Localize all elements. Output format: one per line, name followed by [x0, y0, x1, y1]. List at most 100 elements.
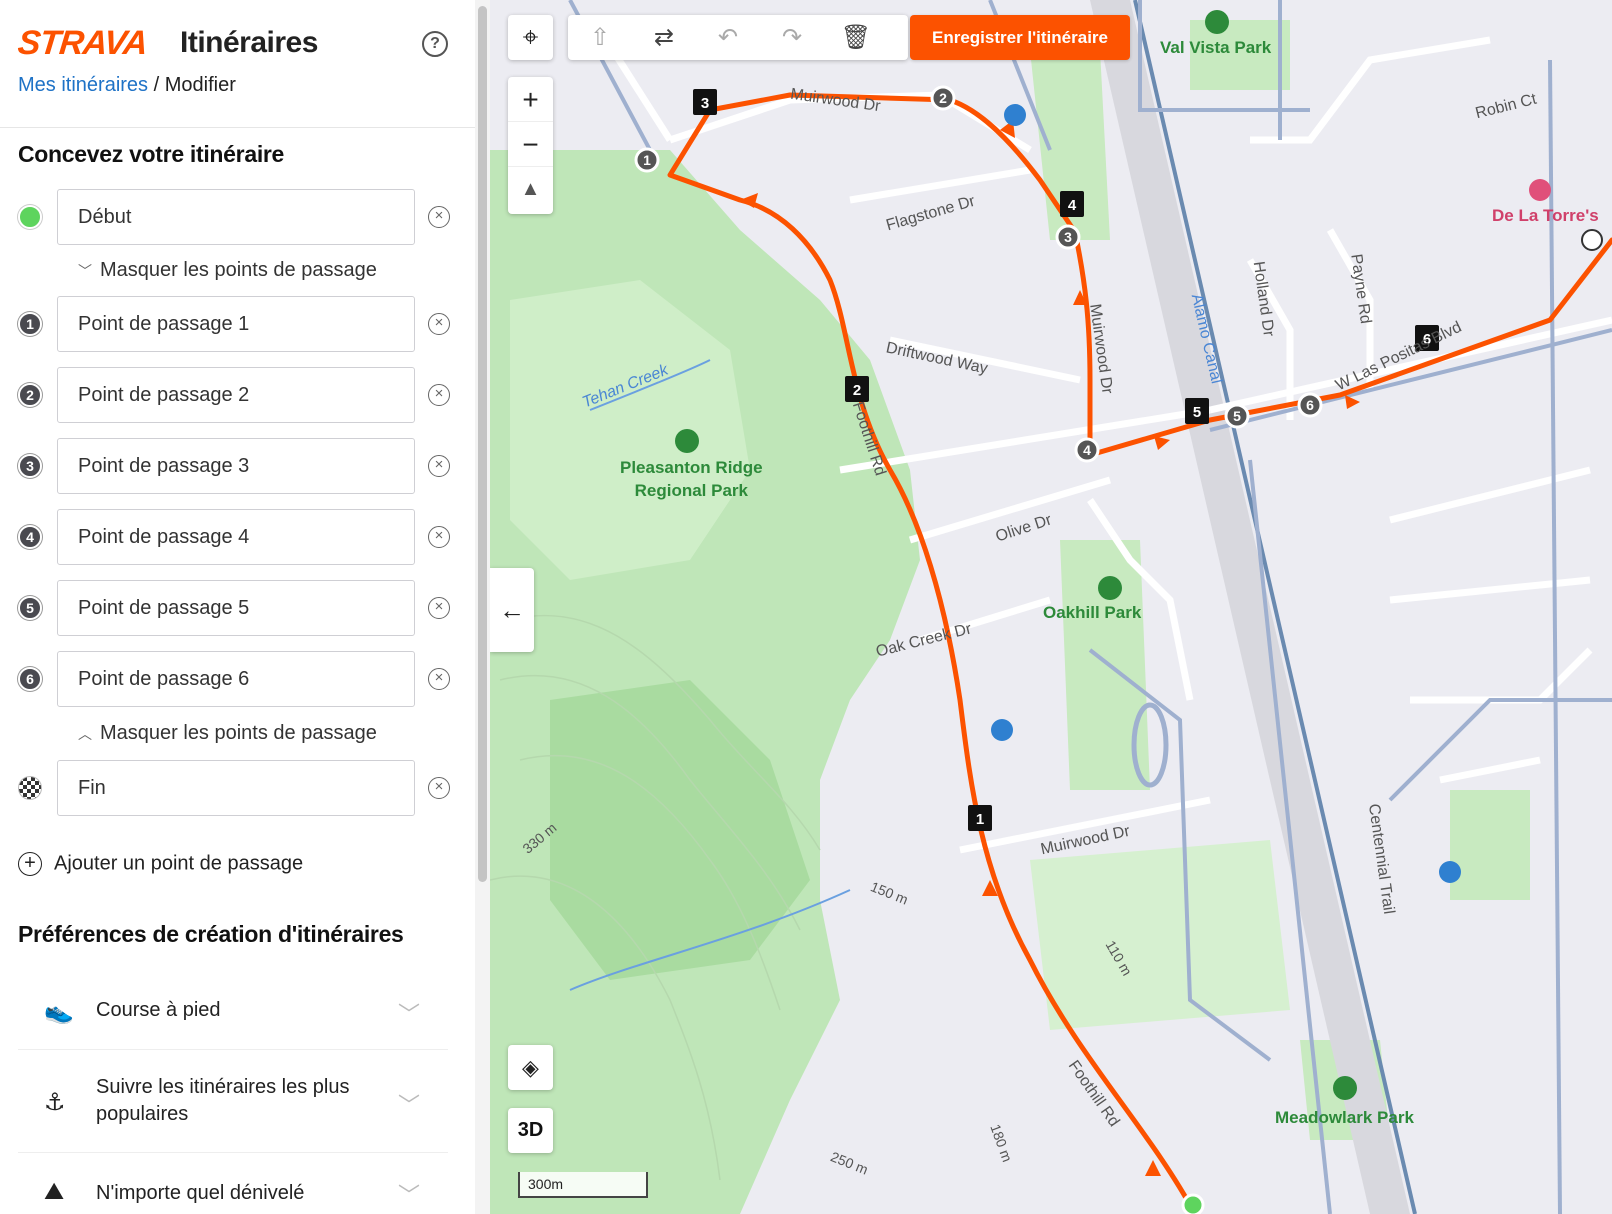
waypoint-1-marker: 1 [18, 312, 42, 336]
undo-icon[interactable]: ↶ [696, 23, 760, 52]
park-label[interactable]: Pleasanton Ridge Regional Park [620, 456, 763, 502]
clear-waypoint-2-icon[interactable]: × [428, 384, 450, 406]
park-label[interactable]: Oakhill Park [1043, 603, 1141, 623]
waypoint-3-marker: 3 [18, 454, 42, 478]
map-canvas[interactable]: 123 456 123 456 Muirwood Dr Flagstone Dr… [490, 0, 1612, 1214]
help-icon[interactable]: ? [422, 31, 448, 57]
small-park-area [1450, 790, 1530, 900]
pref-elevation[interactable]: ⛰ N'importe quel dénivelé ﹀ [18, 1158, 448, 1214]
add-waypoint-label: Ajouter un point de passage [54, 852, 304, 875]
collapse-sidebar-button[interactable]: ← [490, 568, 534, 652]
waypoint-3-input[interactable]: Point de passage 3 [57, 438, 415, 494]
chevron-down-icon: ﹀ [398, 1093, 421, 1118]
restaurant-label[interactable]: De La Torre's [1492, 206, 1599, 226]
3d-toggle-button[interactable]: 3D [508, 1108, 553, 1153]
locate-me-button[interactable]: ⌖ [508, 15, 553, 60]
layers-icon: ◈ [522, 1055, 539, 1080]
start-input[interactable]: Début [57, 189, 415, 245]
svg-text:2: 2 [939, 90, 947, 106]
svg-text:3: 3 [701, 95, 709, 112]
clear-waypoint-4-icon[interactable]: × [428, 526, 450, 548]
waypoint-row-4: 4 Point de passage 4 × [0, 509, 475, 565]
waypoint-2-marker: 2 [18, 383, 42, 407]
preferences-section-title: Préférences de création d'itinéraires [18, 921, 404, 947]
redo-icon[interactable]: ↷ [760, 23, 824, 52]
reverse-route-icon[interactable]: ⇄ [632, 23, 696, 52]
clear-end-icon[interactable]: × [428, 777, 450, 799]
svg-text:3: 3 [1064, 229, 1072, 245]
waypoint-1-input[interactable]: Point de passage 1 [57, 296, 415, 352]
park-label[interactable]: Meadowlark Park [1275, 1108, 1414, 1128]
hide-waypoints-label: Masquer les points de passage [100, 259, 377, 281]
svg-text:1: 1 [643, 152, 651, 168]
add-waypoint-button[interactable]: + Ajouter un point de passage [18, 852, 303, 876]
waypoint-row-6: 6 Point de passage 6 × [0, 651, 475, 707]
save-route-button[interactable]: Enregistrer l'itinéraire [910, 15, 1130, 60]
end-input[interactable]: Fin [57, 760, 415, 816]
start-marker-icon [18, 205, 42, 229]
svg-text:4: 4 [1083, 442, 1091, 458]
clear-start-icon[interactable]: × [428, 206, 450, 228]
waypoint-row-5: 5 Point de passage 5 × [0, 580, 475, 636]
zoom-in-button[interactable]: + [508, 77, 553, 122]
waypoint-5-marker: 5 [18, 596, 42, 620]
waypoint-4-input[interactable]: Point de passage 4 [57, 509, 415, 565]
clear-waypoint-1-icon[interactable]: × [428, 313, 450, 335]
waypoint-row-1: 1 Point de passage 1 × [0, 296, 475, 352]
running-shoe-icon: 👟 [44, 998, 74, 1025]
svg-text:5: 5 [1193, 404, 1201, 421]
end-row: Fin × [0, 760, 475, 816]
route-toolbar: ⇧ ⇄ ↶ ↷ 🗑 [568, 15, 908, 60]
svg-text:5: 5 [1233, 408, 1241, 424]
map-layers-button[interactable]: ◈ [508, 1045, 553, 1090]
waypoint-row-2: 2 Point de passage 2 × [0, 367, 475, 423]
canal [1133, 0, 1417, 1214]
design-section-title: Concevez votre itinéraire [18, 141, 285, 167]
open-field-area [1030, 840, 1290, 1030]
pref-activity-label: Course à pied [96, 999, 221, 1021]
waypoint-4-marker: 4 [18, 525, 42, 549]
hide-waypoints-label-2: Masquer les points de passage [100, 722, 377, 744]
chevron-down-icon: ﹀ [78, 263, 92, 279]
breadcrumb-current: Modifier [164, 74, 236, 96]
chevron-down-icon: ﹀ [398, 1002, 421, 1027]
waypoint-5-input[interactable]: Point de passage 5 [57, 580, 415, 636]
pref-activity-type[interactable]: 👟 Course à pied ﹀ [18, 975, 448, 1050]
zoom-controls: + − ▲ [508, 77, 553, 214]
svg-text:6: 6 [1306, 397, 1314, 413]
svg-text:2: 2 [853, 382, 861, 399]
compass-icon[interactable]: ▲ [508, 167, 553, 212]
finish-flag-icon [18, 776, 42, 800]
elevation-icon: ⛰ [44, 1178, 65, 1205]
chevron-down-icon: ﹀ [398, 1183, 421, 1208]
clear-waypoint-5-icon[interactable]: × [428, 597, 450, 619]
clear-waypoint-6-icon[interactable]: × [428, 668, 450, 690]
svg-text:4: 4 [1068, 197, 1077, 214]
waypoint-6-input[interactable]: Point de passage 6 [57, 651, 415, 707]
plus-circle-icon: + [18, 852, 42, 876]
park-label[interactable]: Val Vista Park [1160, 38, 1271, 58]
zoom-out-button[interactable]: − [508, 122, 553, 167]
crosshair-icon: ⌖ [522, 21, 539, 52]
start-row: Début × [0, 189, 475, 245]
waypoint-2-input[interactable]: Point de passage 2 [57, 367, 415, 423]
upload-icon[interactable]: ⇧ [568, 23, 632, 52]
breadcrumb-separator: / [148, 74, 165, 96]
chevron-up-icon: ︿ [78, 726, 92, 742]
map-scale: 300m [518, 1172, 648, 1198]
strava-logo[interactable]: STRAVA [16, 24, 149, 63]
trash-icon[interactable]: 🗑 [824, 23, 888, 52]
sidebar-scrollbar[interactable] [475, 0, 490, 1214]
pref-popularity[interactable]: ⚓ Suivre les itinéraires les plus popula… [18, 1052, 448, 1153]
hide-waypoints-toggle[interactable]: ﹀ Masquer les points de passage [78, 259, 377, 282]
arrow-left-icon: ← [499, 595, 525, 625]
app-title: Itinéraires [180, 26, 318, 59]
clear-waypoint-3-icon[interactable]: × [428, 455, 450, 477]
breadcrumb-my-routes-link[interactable]: Mes itinéraires [18, 74, 148, 96]
sidebar-header: STRAVA Itinéraires ? Mes itinéraires / M… [0, 0, 475, 128]
breadcrumb: Mes itinéraires / Modifier [18, 74, 236, 97]
scrollbar-thumb[interactable] [478, 6, 487, 882]
pref-elevation-label: N'importe quel dénivelé [96, 1182, 305, 1204]
waypoint-row-3: 3 Point de passage 3 × [0, 438, 475, 494]
hide-waypoints-toggle-2[interactable]: ︿ Masquer les points de passage [78, 722, 377, 745]
